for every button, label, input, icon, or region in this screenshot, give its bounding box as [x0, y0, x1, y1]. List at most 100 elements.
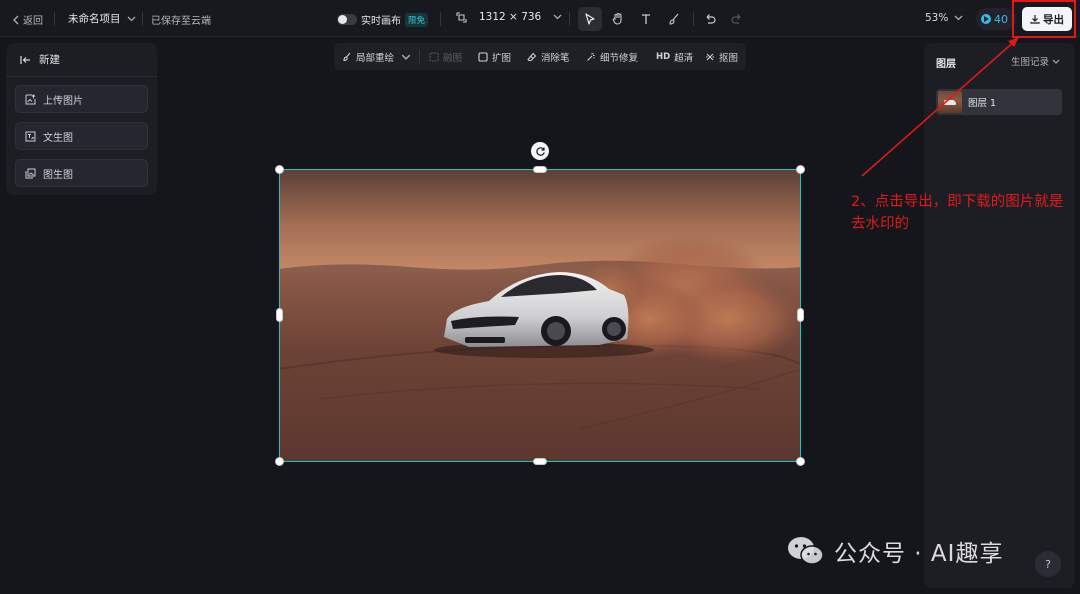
chevron-left-icon [13, 15, 19, 24]
divider [569, 12, 570, 26]
hd-button[interactable]: HD 超清 [656, 43, 693, 70]
upload-image-icon [25, 93, 36, 104]
export-label: 导出 [1043, 13, 1064, 26]
inpaint-label: 局部重绘 [356, 52, 395, 64]
resize-handle-right[interactable] [797, 308, 804, 322]
expand-button[interactable]: 扩图 [478, 43, 511, 70]
resize-handle-bottom-right[interactable] [796, 457, 805, 466]
layers-panel: 图层 生图记录 图层 1 [924, 43, 1075, 588]
upload-image-label: 上传图片 [43, 95, 83, 107]
rotate-handle[interactable] [531, 142, 549, 160]
redo-icon [731, 14, 741, 24]
desert-car-image [279, 169, 801, 462]
toggle-switch[interactable] [337, 14, 357, 25]
text-to-image-icon [25, 131, 36, 141]
resize-handle-top-left[interactable] [275, 165, 284, 174]
eraser-label: 消除笔 [541, 52, 570, 64]
text-icon [642, 14, 650, 24]
new-label: 新建 [39, 54, 60, 66]
chevron-down-icon [401, 54, 411, 60]
free-badge: 限免 [405, 12, 429, 27]
help-button[interactable]: ? [1035, 551, 1061, 577]
eraser-icon [527, 52, 537, 61]
realtime-canvas-toggle[interactable]: 实时画布 限免 [337, 12, 429, 27]
select-tool-button[interactable] [578, 7, 602, 31]
rotate-icon [535, 146, 545, 156]
zoom-level: 53% [925, 12, 949, 24]
brush-icon [343, 52, 351, 61]
zoom-dropdown[interactable]: 53% [925, 12, 963, 24]
cutout-button[interactable]: 抠图 [705, 43, 738, 70]
merge-label: 融图 [443, 52, 463, 64]
download-icon [1030, 15, 1040, 24]
detail-repair-button[interactable]: 细节修复 [586, 43, 638, 70]
merge-button[interactable]: 融图 [429, 43, 462, 70]
canvas-size-dropdown[interactable]: 1312 × 736 [456, 11, 562, 23]
upload-image-button[interactable]: 上传图片 [15, 85, 148, 113]
resize-handle-top-right[interactable] [796, 165, 805, 174]
back-label: 返回 [23, 16, 43, 27]
layer-name: 图层 1 [968, 98, 997, 109]
layer-item[interactable]: 图层 1 [936, 89, 1062, 115]
project-name-dropdown[interactable]: 未命名项目 [68, 11, 136, 26]
hand-tool-button[interactable] [606, 7, 630, 31]
canvas-size: 1312 × 736 [479, 11, 542, 23]
help-label: ? [1045, 557, 1051, 571]
inpaint-button[interactable]: 局部重绘 [342, 43, 411, 70]
expand-label: 扩图 [492, 52, 512, 64]
merge-icon [429, 52, 439, 61]
export-button[interactable]: 导出 [1022, 7, 1072, 31]
collapse-left-icon [20, 55, 30, 64]
brush-icon [669, 13, 679, 25]
divider [142, 12, 143, 26]
chevron-down-icon [127, 16, 135, 21]
hand-icon [612, 12, 622, 25]
project-name: 未命名项目 [68, 13, 121, 25]
redo-button[interactable] [725, 7, 749, 31]
save-status: 已保存至云端 [151, 16, 211, 27]
new-panel: 新建 上传图片 文生图 图生图 [6, 43, 157, 195]
divider [440, 12, 441, 26]
history-label: 生图记录 [1011, 57, 1050, 68]
image-to-image-icon [25, 168, 36, 178]
credit-icon [981, 14, 991, 24]
detail-repair-label: 细节修复 [600, 52, 639, 64]
canvas-toolbar: 局部重绘 融图 扩图 消除笔 细节修复 HD 超清 抠图 [334, 43, 746, 70]
layers-title: 图层 [936, 59, 956, 70]
text-to-image-label: 文生图 [43, 132, 73, 144]
credits-badge[interactable]: 40 [976, 8, 1016, 30]
credit-count: 40 [994, 12, 1008, 26]
wechat-icon [788, 537, 824, 565]
image-to-image-label: 图生图 [43, 169, 73, 181]
chevron-down-icon [954, 15, 963, 21]
expand-icon [478, 51, 488, 62]
resize-handle-bottom-left[interactable] [275, 457, 284, 466]
repair-icon [587, 52, 595, 61]
canvas-image[interactable] [279, 169, 801, 462]
text-to-image-button[interactable]: 文生图 [15, 122, 148, 150]
new-panel-header[interactable]: 新建 [6, 43, 157, 77]
image-to-image-button[interactable]: 图生图 [15, 159, 148, 187]
layer-thumbnail [938, 91, 962, 113]
history-dropdown[interactable]: 生图记录 [1011, 54, 1060, 68]
cursor-icon [585, 13, 595, 25]
watermark: 公众号 · AI趣享 [786, 534, 1003, 568]
resize-handle-top[interactable] [533, 166, 547, 173]
resize-handle-left[interactable] [276, 308, 283, 322]
top-bar: 返回 未命名项目 已保存至云端 实时画布 限免 1312 × 736 53% 4… [0, 0, 1080, 37]
cutout-label: 抠图 [719, 52, 739, 64]
back-button[interactable]: 返回 [12, 12, 43, 27]
resize-handle-bottom[interactable] [533, 458, 547, 465]
annotation-text: 2、点击导出，即下载的图片就是去水印的 [851, 194, 1064, 232]
undo-icon [706, 14, 716, 24]
eraser-button[interactable]: 消除笔 [527, 43, 570, 70]
divider [693, 12, 694, 26]
text-tool-button[interactable] [634, 7, 658, 31]
divider [419, 50, 420, 63]
hd-icon: HD [656, 51, 671, 62]
divider [54, 12, 55, 26]
cutout-icon [706, 53, 714, 60]
undo-button[interactable] [698, 7, 722, 31]
brush-tool-button[interactable] [662, 7, 686, 31]
hd-label: 超清 [674, 52, 694, 64]
